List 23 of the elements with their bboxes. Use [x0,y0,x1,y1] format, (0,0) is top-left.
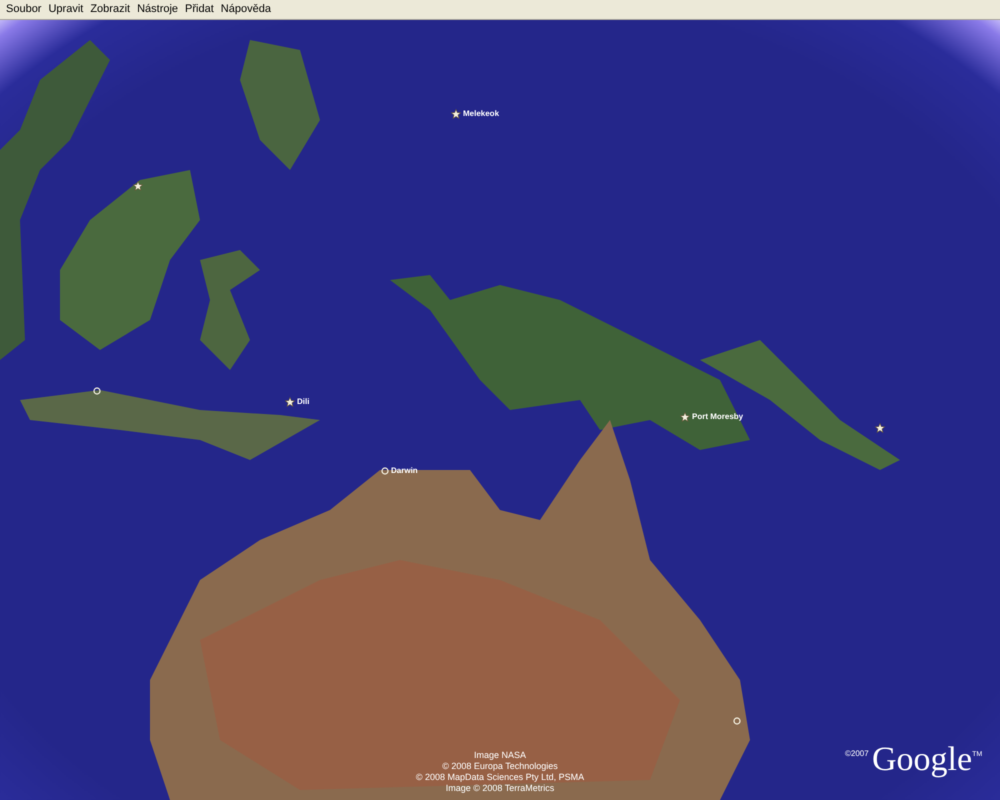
attribution-text: © 2008 MapData Sciences Pty Ltd, PSMA [416,772,584,783]
attribution-text: Image © 2008 TerraMetrics [446,783,554,794]
place-label: Port Moresby [692,411,744,423]
logo-wordmark: Google [872,740,972,780]
circle-marker-icon[interactable] [93,387,101,395]
attribution-text: © 2008 Europa Technologies [442,761,558,772]
place-label: Melekeok [463,108,500,120]
menu-item[interactable]: Upravit [45,0,86,19]
place-label: Dili [297,396,310,408]
menu-item[interactable]: Zobrazit [87,0,134,19]
star-marker-icon[interactable] [451,109,461,119]
copyright-text: ©2007 [845,748,869,760]
star-marker-icon[interactable] [680,412,690,422]
star-marker-icon[interactable] [875,423,885,433]
star-marker-icon[interactable] [133,181,143,191]
menu-item[interactable]: Nástroje [134,0,182,19]
star-marker-icon[interactable] [285,397,295,407]
menu-item[interactable]: Přidat [182,0,217,19]
menu-item[interactable]: Soubor [3,0,44,19]
circle-marker-icon[interactable] [381,467,389,475]
circle-marker-icon[interactable] [733,717,741,725]
menu-item[interactable]: Nápověda [218,0,274,19]
attribution-text: Image NASA [474,750,526,761]
